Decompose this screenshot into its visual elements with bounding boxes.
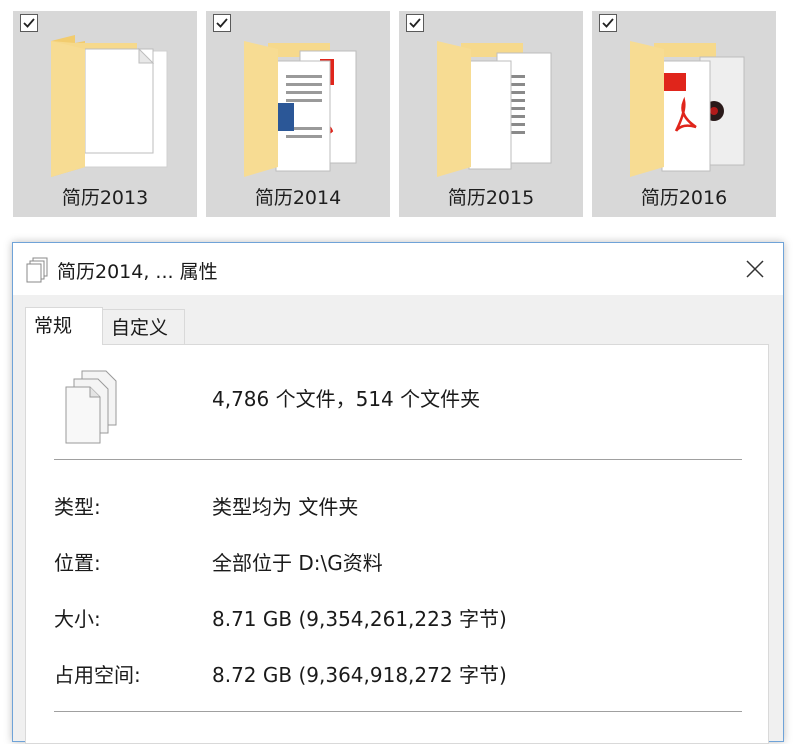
folder-label: 简历2014: [254, 187, 342, 209]
location-label: 位置:: [54, 551, 101, 575]
folder-tile[interactable]: 简历2014: [206, 11, 390, 217]
size-value: 8.71 GB (9,354,261,223 字节): [212, 607, 507, 631]
checkbox-checked-icon[interactable]: [599, 14, 617, 32]
type-label: 类型:: [54, 495, 101, 519]
separator: [54, 459, 742, 460]
folder-label: 简历2016: [640, 187, 728, 209]
tab-general[interactable]: 常规: [25, 307, 103, 345]
folder-tile[interactable]: 简历2013: [13, 11, 197, 217]
location-value: 全部位于 D:\G资料: [212, 551, 383, 575]
folder-icon: [51, 35, 168, 177]
folder-icon: [630, 41, 745, 177]
folder-view: 简历2013 简历2014 简历2015 简历2016: [0, 0, 794, 230]
multiple-files-icon: [65, 370, 117, 444]
file-count-summary: 4,786 个文件，514 个文件夹: [212, 387, 481, 411]
type-value: 类型均为 文件夹: [212, 495, 359, 519]
folder-label: 简历2015: [447, 187, 535, 209]
size-label: 大小:: [54, 607, 101, 631]
title-bar[interactable]: 简历2014, ... 属性: [13, 243, 783, 295]
multiple-files-icon: [26, 257, 48, 283]
close-icon[interactable]: [745, 259, 765, 279]
checkbox-checked-icon[interactable]: [213, 14, 231, 32]
folder-icon: [244, 41, 357, 177]
tab-custom[interactable]: 自定义: [103, 309, 185, 345]
separator: [54, 711, 742, 712]
checkbox-checked-icon[interactable]: [20, 14, 38, 32]
folder-tile[interactable]: 简历2016: [592, 11, 776, 217]
dialog-title: 简历2014, ... 属性: [57, 261, 218, 283]
size-on-disk-label: 占用空间:: [54, 663, 141, 687]
general-tab-panel: 4,786 个文件，514 个文件夹 类型: 类型均为 文件夹 位置: 全部位于…: [25, 344, 769, 744]
properties-dialog: 简历2014, ... 属性 常规 自定义 4,786 个文件，514 个文件夹…: [12, 242, 784, 744]
folder-label: 简历2013: [61, 187, 149, 209]
checkbox-checked-icon[interactable]: [406, 14, 424, 32]
folder-tile[interactable]: 简历2015: [399, 11, 583, 217]
folder-icon: [437, 41, 552, 177]
size-on-disk-value: 8.72 GB (9,364,918,272 字节): [212, 663, 507, 687]
